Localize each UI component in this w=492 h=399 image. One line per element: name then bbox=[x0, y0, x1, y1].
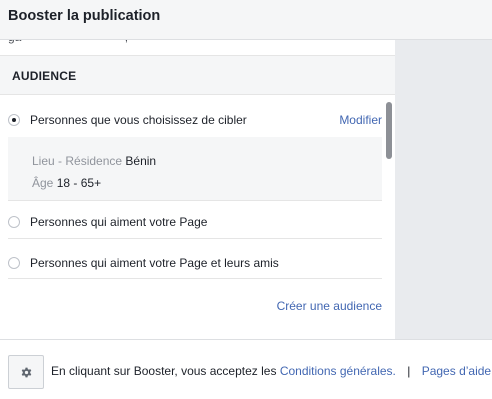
audience-panel: ga , AUDIENCE Personnes que vous choisis… bbox=[0, 40, 395, 339]
modify-link[interactable]: Modifier bbox=[339, 113, 382, 127]
separator: | bbox=[407, 364, 411, 378]
preview-pane bbox=[395, 40, 492, 339]
location-value: Bénin bbox=[125, 154, 157, 168]
dialog-title: Booster la publication bbox=[8, 8, 161, 24]
age-line: Âge 18 - 65+ bbox=[32, 176, 101, 190]
age-value: 18 - 65+ bbox=[56, 176, 102, 190]
terms-notice: En cliquant sur Booster, vous acceptez l… bbox=[51, 364, 491, 378]
radio-button-selected[interactable] bbox=[8, 114, 20, 126]
scrollbar-thumb[interactable] bbox=[386, 102, 392, 159]
settings-button[interactable] bbox=[8, 355, 44, 389]
location-label: Lieu - Résidence bbox=[32, 154, 123, 168]
terms-link[interactable]: Conditions générales. bbox=[280, 364, 396, 378]
cropped-text: ga , bbox=[8, 40, 128, 44]
option-label: Personnes qui aiment votre Page bbox=[30, 215, 208, 229]
create-audience-link[interactable]: Créer une audience bbox=[277, 299, 382, 313]
terms-text: En cliquant sur Booster, vous acceptez l… bbox=[51, 364, 277, 378]
age-label: Âge bbox=[32, 176, 54, 190]
help-link[interactable]: Pages d’aide bbox=[422, 364, 491, 378]
option-label: Personnes que vous choisissez de cibler bbox=[30, 113, 247, 127]
option-label: Personnes qui aiment votre Page et leurs… bbox=[30, 256, 279, 270]
gear-icon bbox=[21, 367, 32, 378]
audience-section-header: AUDIENCE bbox=[0, 55, 395, 95]
audience-option-page-fans[interactable]: Personnes qui aiment votre Page bbox=[8, 201, 382, 239]
targeting-details: Lieu - Résidence Bénin Âge 18 - 65+ bbox=[8, 137, 382, 201]
section-title: AUDIENCE bbox=[12, 69, 77, 83]
audience-option-fans-and-friends[interactable]: Personnes qui aiment votre Page et leurs… bbox=[8, 239, 382, 279]
audience-option-targeted[interactable]: Personnes que vous choisissez de cibler … bbox=[8, 97, 382, 137]
dialog-footer: En cliquant sur Booster, vous acceptez l… bbox=[0, 339, 492, 399]
radio-button[interactable] bbox=[8, 257, 20, 269]
dialog-header: Booster la publication bbox=[0, 0, 492, 40]
location-line: Lieu - Résidence Bénin bbox=[32, 154, 156, 168]
radio-button[interactable] bbox=[8, 216, 20, 228]
